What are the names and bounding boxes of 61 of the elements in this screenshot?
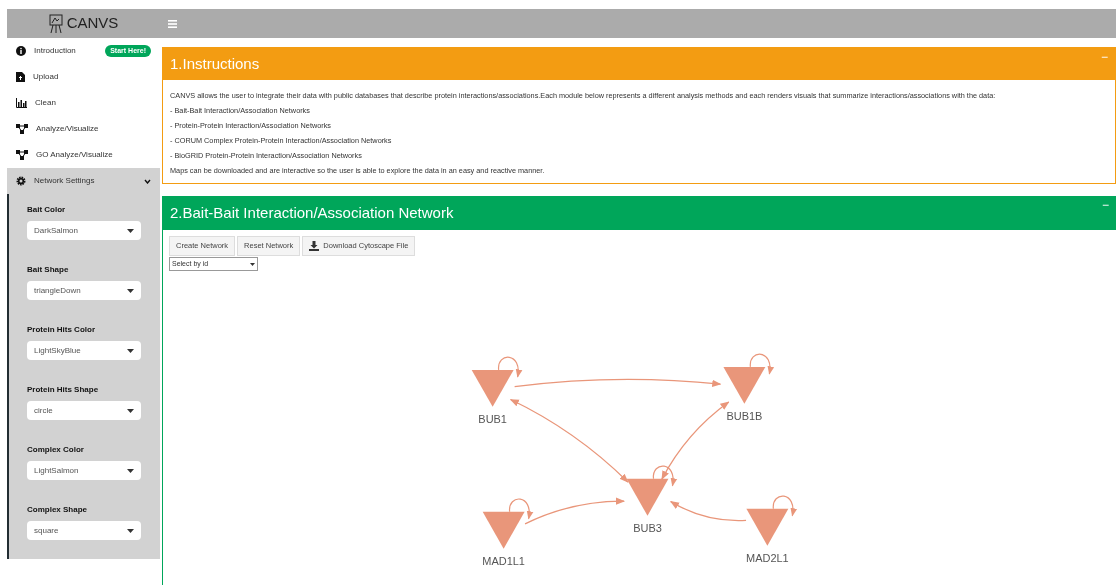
bait-node[interactable]	[746, 508, 789, 546]
caret-icon	[127, 468, 134, 473]
setting-label: Protein Hits Shape	[27, 384, 100, 396]
bait-node[interactable]	[471, 369, 514, 407]
chart-icon	[16, 98, 27, 108]
menu-button[interactable]	[168, 19, 177, 28]
caret-icon	[127, 408, 134, 413]
network-icon	[16, 150, 28, 160]
app-title: CANVS	[66, 13, 119, 34]
menu-icon	[168, 19, 177, 28]
node-label: BUB1B	[726, 409, 763, 422]
setting-label: Bait Color	[27, 204, 67, 216]
setting-dropdown[interactable]: LightSkyBlue	[27, 341, 141, 360]
self-loop-arrow	[652, 465, 677, 487]
setting-dropdown[interactable]: triangleDown	[27, 281, 141, 300]
node-label: BUB1	[478, 412, 507, 425]
bait-node[interactable]	[723, 366, 766, 404]
caret-icon	[250, 262, 255, 266]
caret-icon	[127, 228, 134, 233]
setting-label: Complex Shape	[27, 504, 88, 516]
dropdown-value: LightSkyBlue	[34, 344, 81, 357]
setting-label: Bait Shape	[27, 264, 70, 276]
download-icon	[309, 241, 320, 251]
info-icon	[16, 46, 26, 56]
node-label: BUB3	[633, 521, 662, 534]
node-label: MAD2L1	[746, 551, 789, 564]
dropdown-value: circle	[34, 404, 53, 417]
setting-dropdown[interactable]: square	[27, 521, 141, 540]
bait-node[interactable]	[482, 511, 525, 549]
dropdown-value: triangleDown	[34, 284, 81, 297]
sidebar-label: Network Settings	[34, 175, 95, 187]
easel-icon	[48, 13, 63, 34]
file-icon	[16, 72, 25, 82]
caret-icon	[127, 348, 134, 353]
sidebar-label: Upload	[33, 71, 59, 83]
sidebar-label: GO Analyze/Visualize	[36, 149, 113, 161]
panel-title: 2.Bait-Bait Interaction/Association Network	[170, 202, 454, 223]
network-canvas[interactable]: BUB1 BUB1B BUB3 MAD1L1 MAD2L1	[163, 284, 1116, 585]
sidebar-label: Introduction	[34, 45, 76, 57]
self-loop-arrow	[498, 356, 522, 378]
bait-node[interactable]	[626, 478, 669, 516]
caret-icon	[127, 528, 134, 533]
node-label: MAD1L1	[482, 554, 525, 567]
sidebar-item[interactable]: Network Settings	[7, 168, 160, 194]
setting-dropdown[interactable]: LightSalmon	[27, 461, 141, 480]
dropdown-value: square	[34, 524, 59, 537]
dropdown-value: DarkSalmon	[34, 224, 78, 237]
setting-label: Protein Hits Color	[27, 324, 96, 336]
setting-dropdown[interactable]: circle	[27, 401, 141, 420]
self-loop-arrow	[772, 495, 797, 517]
setting-dropdown[interactable]: DarkSalmon	[27, 221, 141, 240]
caret-icon	[127, 288, 134, 293]
self-loop-arrow	[509, 498, 533, 520]
sidebar-label: Analyze/Visualize	[36, 123, 99, 135]
sidebar-label: Clean	[35, 97, 56, 109]
network-icon	[16, 124, 28, 134]
settings-icon	[16, 176, 26, 186]
self-loop-arrow	[749, 353, 774, 375]
dropdown-value: LightSalmon	[34, 464, 79, 477]
panel-title: 1.Instructions	[170, 53, 260, 74]
setting-label: Complex Color	[27, 444, 85, 456]
